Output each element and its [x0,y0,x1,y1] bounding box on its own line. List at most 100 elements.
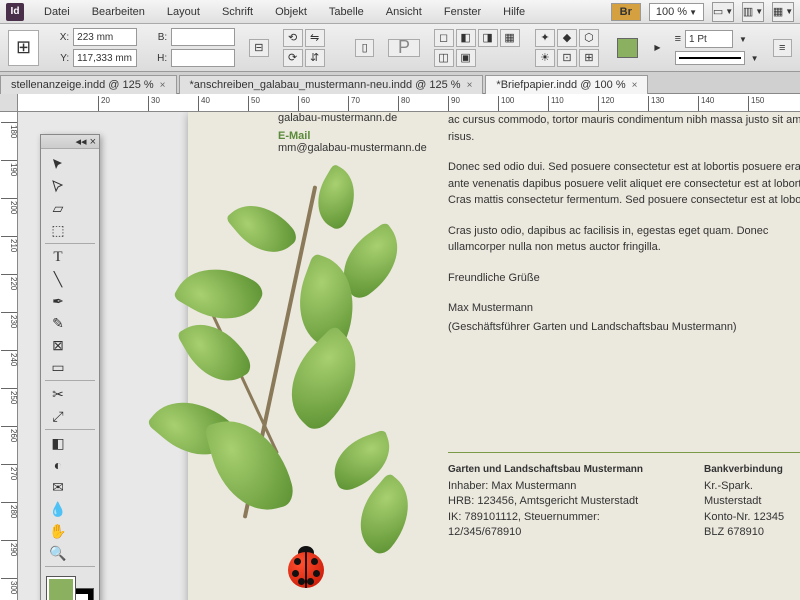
fx5-icon[interactable]: ⊡ [557,49,577,67]
closing: Freundliche Grüße [448,270,800,287]
panel-header[interactable]: ◂◂× [41,135,99,149]
letter-footer: Garten und Landschaftsbau Mustermann Inh… [448,452,800,541]
arrange-button[interactable]: ▥▼ [742,2,764,22]
fx6-icon[interactable]: ⊞ [579,49,599,67]
swatch-arrow-icon[interactable]: ▶ [654,43,660,52]
selection-tool[interactable] [45,153,71,175]
w-input[interactable] [171,28,235,46]
flip-v-icon[interactable]: ⇵ [305,49,325,67]
line-tool[interactable]: ╲ [45,268,71,290]
close-icon[interactable]: × [160,80,166,91]
wrap3-icon[interactable]: ◨ [478,29,498,47]
collapse-icon[interactable]: ◂◂ [76,135,87,148]
wrap2-icon[interactable]: ◧ [456,29,476,47]
rectangle-tool[interactable]: ▭ [45,356,71,378]
transform-cluster: ⟲ ⇋ ⟳ ⇵ [283,29,341,67]
close-icon[interactable]: × [467,80,473,91]
note-tool[interactable]: ✉ [45,476,71,498]
signature-name: Max Mustermann [448,300,800,317]
wrap4-icon[interactable]: ▦ [500,29,520,47]
menu-fenster[interactable]: Fenster [434,3,491,21]
direct-selection-tool[interactable] [45,175,71,197]
close-icon[interactable]: × [90,136,96,148]
page-tool[interactable]: ▱ [45,197,71,219]
container-icon[interactable]: ▯ [355,39,374,57]
x-label: X: [53,32,69,43]
gradient-feather-tool[interactable]: ◐ [45,454,71,476]
rectangle-frame-tool[interactable]: ⊠ [45,334,71,356]
rotate-icon[interactable]: ⟲ [283,29,303,47]
pen-tool[interactable]: ✒ [45,290,71,312]
close-icon[interactable]: × [632,80,638,91]
menu-datei[interactable]: Datei [34,3,80,21]
fill-color[interactable] [47,577,75,600]
h-label: H: [151,53,167,64]
y-input[interactable] [73,49,137,67]
page[interactable]: galabau-mustermann.de E-Mail mm@galabau-… [188,112,800,600]
paragraph: Cras justo odio, dapibus ac facilisis in… [448,223,800,256]
menu-objekt[interactable]: Objekt [265,3,317,21]
screen-mode-button[interactable]: ▭▼ [712,2,734,22]
horizontal-ruler[interactable]: 2030405060708090100110120130140150 [18,94,800,112]
website-text: galabau-mustermann.de [278,112,438,124]
x-input[interactable] [73,28,137,46]
scissors-tool[interactable]: ✂ [45,383,71,405]
fx3-icon[interactable]: ⬡ [579,29,599,47]
fill-swatch[interactable] [617,38,638,58]
type-tool[interactable]: T [45,246,71,268]
color-well[interactable] [47,577,93,600]
wrap1-icon[interactable]: ◻ [434,29,454,47]
w-label: B: [151,32,167,43]
footer-col: Garten und Landschaftsbau Mustermann Inh… [448,463,674,541]
wrap5-icon[interactable]: ◫ [434,49,454,67]
leaves-graphic [158,142,438,562]
bridge-button[interactable]: Br [611,3,641,21]
fx4-icon[interactable]: ☀ [535,49,555,67]
paragraph-icon[interactable]: P [388,39,419,57]
tab-1[interactable]: *anschreiben_galabau_mustermann-neu.indd… [179,75,484,94]
hand-tool[interactable]: ✋ [45,520,71,542]
zoom-tool[interactable]: 🔍 [45,542,71,564]
workspace: 2030405060708090100110120130140150 18019… [0,94,800,600]
gap-tool[interactable]: ⬚ [45,219,71,241]
pencil-tool[interactable]: ✎ [45,312,71,334]
zoom-level[interactable]: 100 %▼ [649,3,704,21]
menu-ansicht[interactable]: Ansicht [376,3,432,21]
menu-bearbeiten[interactable]: Bearbeiten [82,3,155,21]
vertical-ruler[interactable]: 1801902002102202302402502602702802903003… [0,112,18,600]
stroke-input[interactable] [685,30,733,48]
letter-body: ac cursus commodo, tortor mauris condime… [448,112,800,349]
contact-block: galabau-mustermann.de E-Mail mm@galabau-… [278,112,438,154]
constrain-icon[interactable]: ⊟ [249,39,268,57]
control-bar: ⊞ X: Y: B: H: ⊟ ⟲ ⇋ ⟳ ⇵ ▯ P ◻ ◧ ◨ ▦ ◫ ▣ … [0,24,800,72]
free-transform-tool[interactable]: ⤢ [45,405,71,427]
canvas[interactable]: galabau-mustermann.de E-Mail mm@galabau-… [18,112,800,600]
footer-col: Bankverbindung Kr.-Spark. Musterstadt Ko… [704,463,800,541]
options-icon[interactable]: ≡ [773,39,792,57]
email-text: mm@galabau-mustermann.de [278,142,438,154]
menu-tabelle[interactable]: Tabelle [319,3,374,21]
menu-layout[interactable]: Layout [157,3,210,21]
flip-h-icon[interactable]: ⇋ [305,29,325,47]
paragraph: Donec sed odio dui. Sed posuere consecte… [448,159,800,209]
ruler-origin[interactable] [0,94,18,112]
h-input[interactable] [171,49,235,67]
rotate2-icon[interactable]: ⟳ [283,49,303,67]
wrap6-icon[interactable]: ▣ [456,49,476,67]
tab-0[interactable]: stellenanzeige.indd @ 125 %× [0,75,177,94]
tab-2[interactable]: *Briefpapier.indd @ 100 %× [485,75,648,94]
align-cluster: ◻ ◧ ◨ ▦ ◫ ▣ [434,29,521,67]
reference-point-icon[interactable]: ⊞ [8,30,39,66]
fx2-icon[interactable]: ◆ [557,29,577,47]
tools-panel[interactable]: ◂◂× ▱ ⬚ T ╲ ✒ ✎ ⊠ ▭ ✂ ⤢ ◧ ◐ ✉ 💧 [40,134,100,600]
gradient-swatch-tool[interactable]: ◧ [45,432,71,454]
eyedropper-tool[interactable]: 💧 [45,498,71,520]
menu-hilfe[interactable]: Hilfe [493,3,535,21]
effects-cluster: ✦ ◆ ⬡ ☀ ⊡ ⊞ [535,29,603,67]
workspace-button[interactable]: ▦▼ [772,2,794,22]
email-label: E-Mail [278,130,438,142]
menu-schrift[interactable]: Schrift [212,3,263,21]
menu-bar: Id Datei Bearbeiten Layout Schrift Objek… [0,0,800,24]
fx1-icon[interactable]: ✦ [535,29,555,47]
stroke-style[interactable] [675,51,745,65]
